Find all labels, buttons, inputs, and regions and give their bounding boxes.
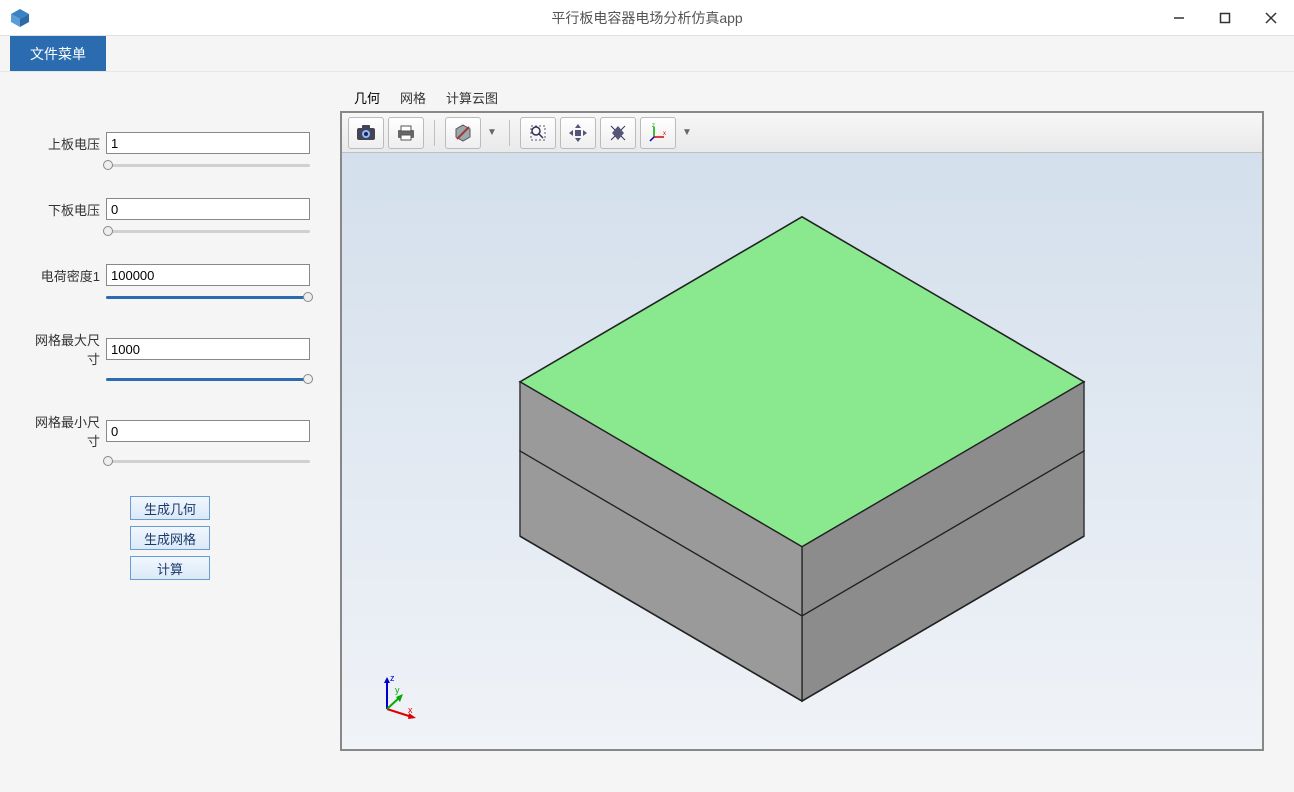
param-row-lower-voltage: 下板电压 [30,198,310,220]
generate-geometry-button[interactable]: 生成几何 [130,496,210,520]
titlebar: 平行板电容器电场分析仿真app [0,0,1294,36]
charge-density-label: 电荷密度1 [30,266,100,285]
sidebar: 上板电压 下板电压 电荷密度1 网格最大尺寸 网格最小尺寸 [0,72,340,792]
orientation-button[interactable]: zx [640,117,676,149]
main-panel: 几何 网格 计算云图 ▼ [340,72,1294,792]
window-controls [1156,0,1294,36]
3d-model [342,153,1262,749]
fit-extents-button[interactable] [600,117,636,149]
zoom-box-icon [528,123,548,143]
menubar: 文件菜单 [0,36,1294,72]
pan-icon [568,123,588,143]
file-menu[interactable]: 文件菜单 [10,36,106,71]
3d-viewport[interactable]: z x y [342,153,1262,749]
camera-icon [355,124,377,142]
axis-gizmo: z x y [372,669,422,719]
mesh-min-input[interactable] [106,420,310,442]
no-select-icon [453,123,473,143]
tab-mesh[interactable]: 网格 [400,88,426,107]
compute-button[interactable]: 计算 [130,556,210,580]
svg-text:x: x [663,131,666,137]
window-title: 平行板电容器电场分析仿真app [551,8,742,28]
mesh-max-slider[interactable] [106,374,310,384]
upper-voltage-slider[interactable] [106,160,310,170]
print-button[interactable] [388,117,424,149]
app-icon [8,6,32,30]
maximize-button[interactable] [1202,0,1248,36]
mesh-min-label: 网格最小尺寸 [30,412,100,450]
content-area: 上板电压 下板电压 电荷密度1 网格最大尺寸 网格最小尺寸 [0,72,1294,792]
no-select-button[interactable] [445,117,481,149]
lower-voltage-label: 下板电压 [30,200,100,219]
svg-text:z: z [652,123,655,129]
toolbar-separator [509,120,510,146]
orientation-dropdown[interactable]: ▼ [680,127,694,138]
param-row-upper-voltage: 上板电压 [30,132,310,154]
param-row-mesh-max: 网格最大尺寸 [30,330,310,368]
lower-voltage-input[interactable] [106,198,310,220]
fit-extents-icon [608,123,628,143]
mesh-min-slider[interactable] [106,456,310,466]
upper-voltage-label: 上板电压 [30,134,100,153]
svg-text:y: y [395,685,400,695]
toolbar-separator [434,120,435,146]
camera-button[interactable] [348,117,384,149]
viewer-frame: ▼ zx ▼ [340,111,1264,751]
tab-results[interactable]: 计算云图 [446,88,498,107]
upper-voltage-input[interactable] [106,132,310,154]
charge-density-input[interactable] [106,264,310,286]
pan-button[interactable] [560,117,596,149]
param-row-mesh-min: 网格最小尺寸 [30,412,310,450]
svg-text:z: z [390,673,395,683]
generate-mesh-button[interactable]: 生成网格 [130,526,210,550]
mesh-max-label: 网格最大尺寸 [30,330,100,368]
tab-geometry[interactable]: 几何 [354,88,380,107]
print-icon [395,124,417,142]
close-button[interactable] [1248,0,1294,36]
lower-voltage-slider[interactable] [106,226,310,236]
no-select-dropdown[interactable]: ▼ [485,127,499,138]
mesh-max-input[interactable] [106,338,310,360]
param-row-charge-density: 电荷密度1 [30,264,310,286]
action-buttons: 生成几何 生成网格 计算 [30,496,310,580]
orientation-axes-icon: zx [648,123,668,143]
charge-density-slider[interactable] [106,292,310,302]
zoom-box-button[interactable] [520,117,556,149]
minimize-button[interactable] [1156,0,1202,36]
tabs: 几何 网格 计算云图 [340,82,1264,111]
viewer-toolbar: ▼ zx ▼ [342,113,1262,153]
svg-text:x: x [408,705,413,715]
